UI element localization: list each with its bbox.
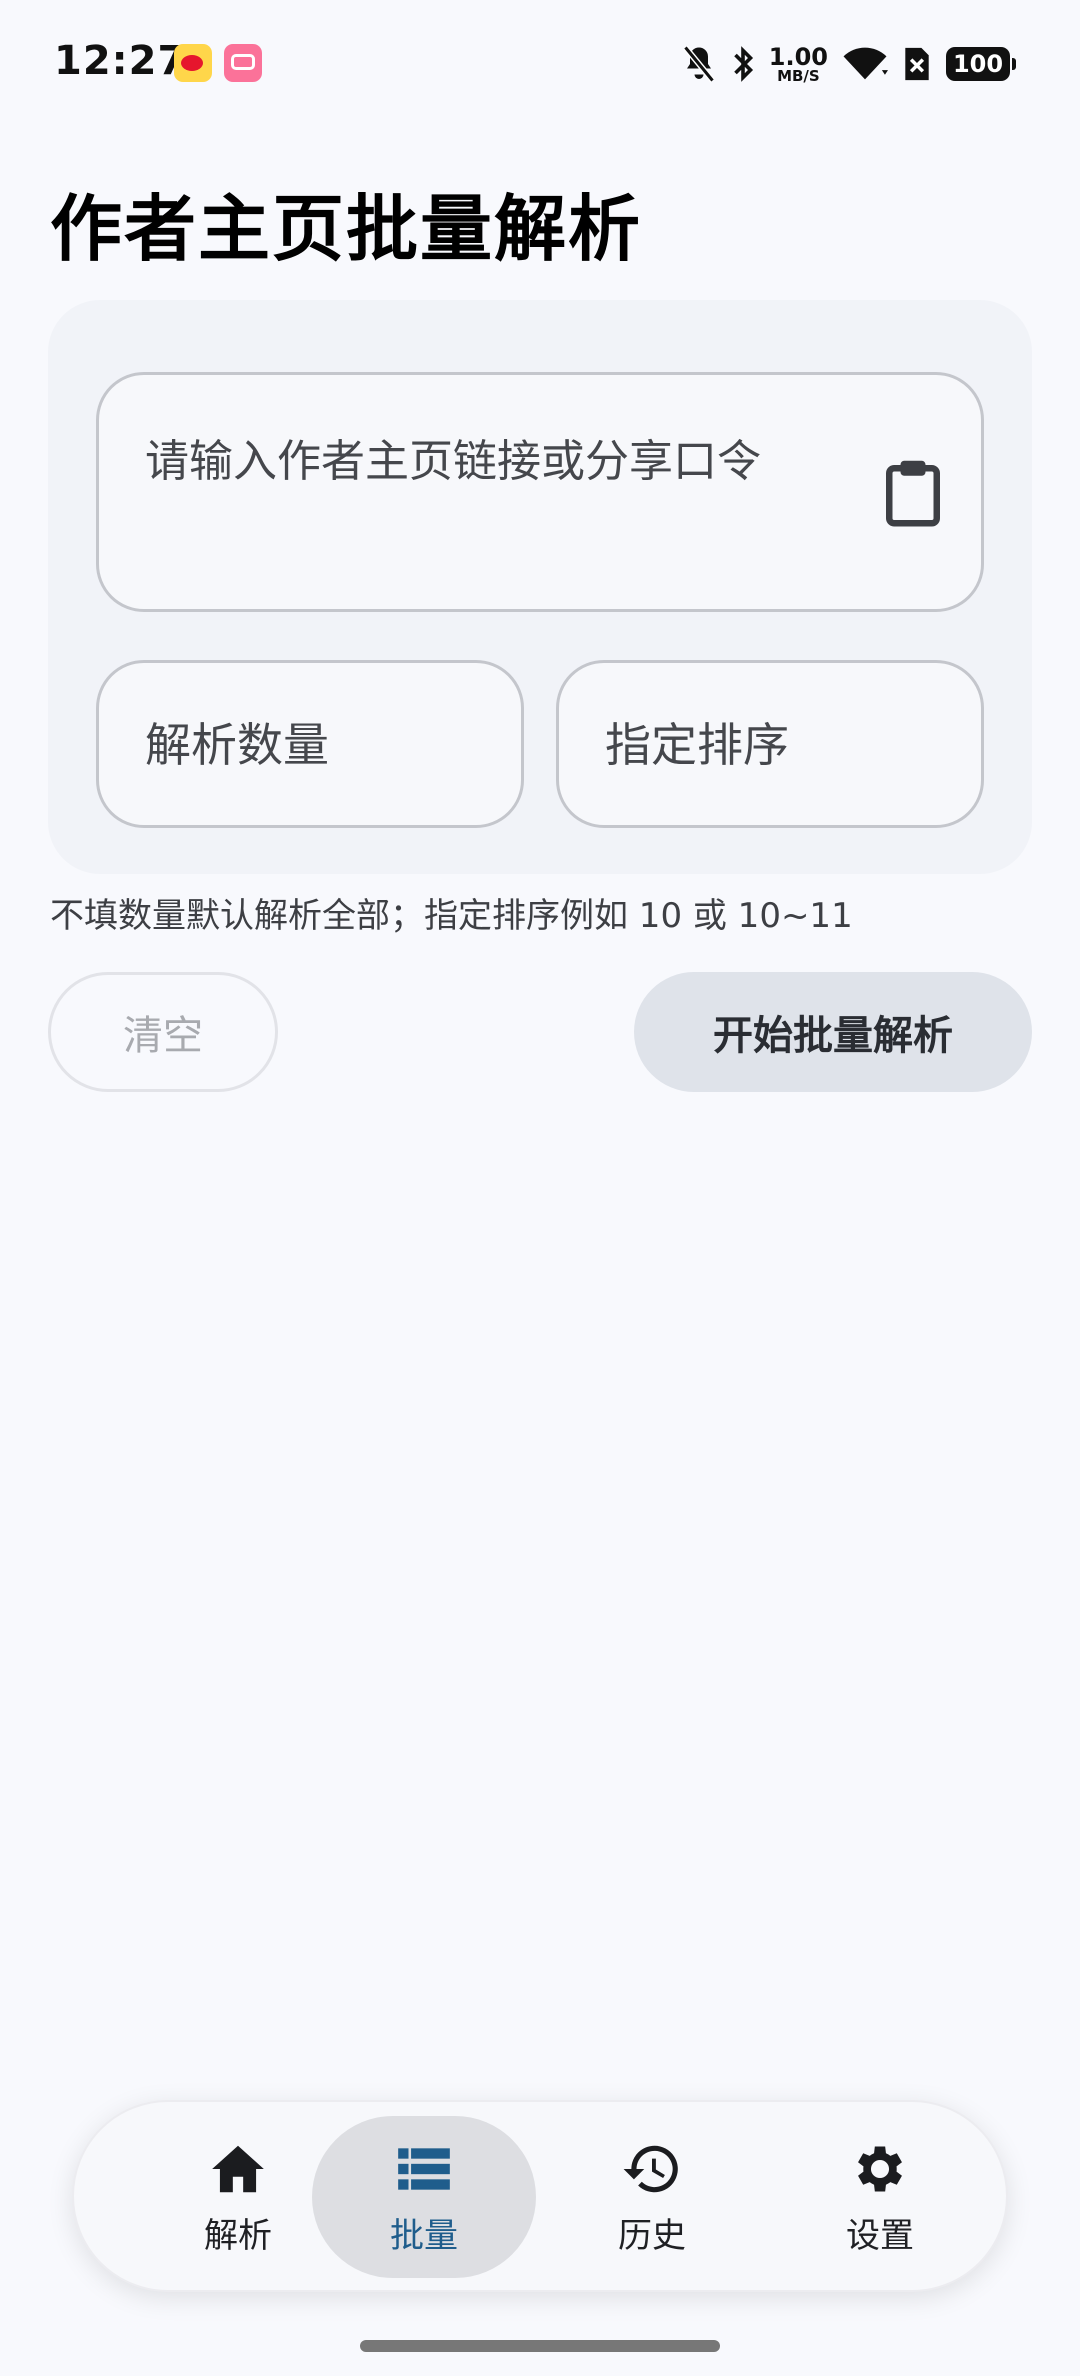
nav-item-settings[interactable]: 设置 [768, 2116, 992, 2278]
order-input[interactable]: 指定排序 [556, 660, 984, 828]
nav-label-batch: 批量 [390, 2215, 458, 2256]
nav-label-settings: 设置 [846, 2215, 914, 2256]
history-icon [623, 2145, 678, 2192]
nav-label-parse: 解析 [204, 2215, 272, 2256]
count-placeholder: 解析数量 [145, 718, 329, 772]
order-placeholder: 指定排序 [605, 718, 789, 772]
bilibili-icon [224, 44, 262, 82]
nav-item-history[interactable]: 历史 [540, 2116, 764, 2278]
author-url-placeholder: 请输入作者主页链接或分享口令 [145, 436, 761, 487]
clipboard-icon[interactable] [883, 457, 943, 527]
settings-icon [858, 2146, 902, 2191]
status-icons: 1.00 MB/S 100 [681, 36, 1016, 92]
battery-icon: 100 [946, 47, 1016, 81]
sim-off-icon [905, 47, 929, 81]
list-icon [398, 2147, 450, 2190]
nav-item-batch[interactable]: 批量 [312, 2116, 536, 2278]
status-time: 12:27 [54, 38, 187, 84]
nav-label-history: 历史 [618, 2215, 686, 2256]
net-speed-value: 1.00 [768, 42, 828, 71]
net-speed-unit: MB/S [777, 66, 820, 85]
bottom-nav: 解析 批量 历史 设置 [72, 2100, 1008, 2292]
net-speed: 1.00 MB/S [769, 45, 828, 84]
mute-icon [682, 45, 715, 83]
clear-button[interactable]: 清空 [48, 972, 278, 1092]
page-title: 作者主页批量解析 [50, 187, 643, 271]
author-url-input[interactable]: 请输入作者主页链接或分享口令 [96, 372, 984, 612]
start-batch-button[interactable]: 开始批量解析 [634, 972, 1032, 1092]
home-icon [212, 2145, 264, 2192]
input-card: 请输入作者主页链接或分享口令 解析数量 指定排序 [48, 300, 1032, 874]
count-input[interactable]: 解析数量 [96, 660, 524, 828]
wifi-icon [843, 47, 888, 80]
hint-text: 不填数量默认解析全部；指定排序例如 10 或 10~11 [50, 896, 853, 936]
bluetooth-icon [734, 46, 753, 82]
home-indicator[interactable] [360, 2340, 720, 2352]
weibo-icon [174, 44, 212, 82]
status-bar: 12:27 1.00 MB/S 100 [0, 0, 1080, 128]
